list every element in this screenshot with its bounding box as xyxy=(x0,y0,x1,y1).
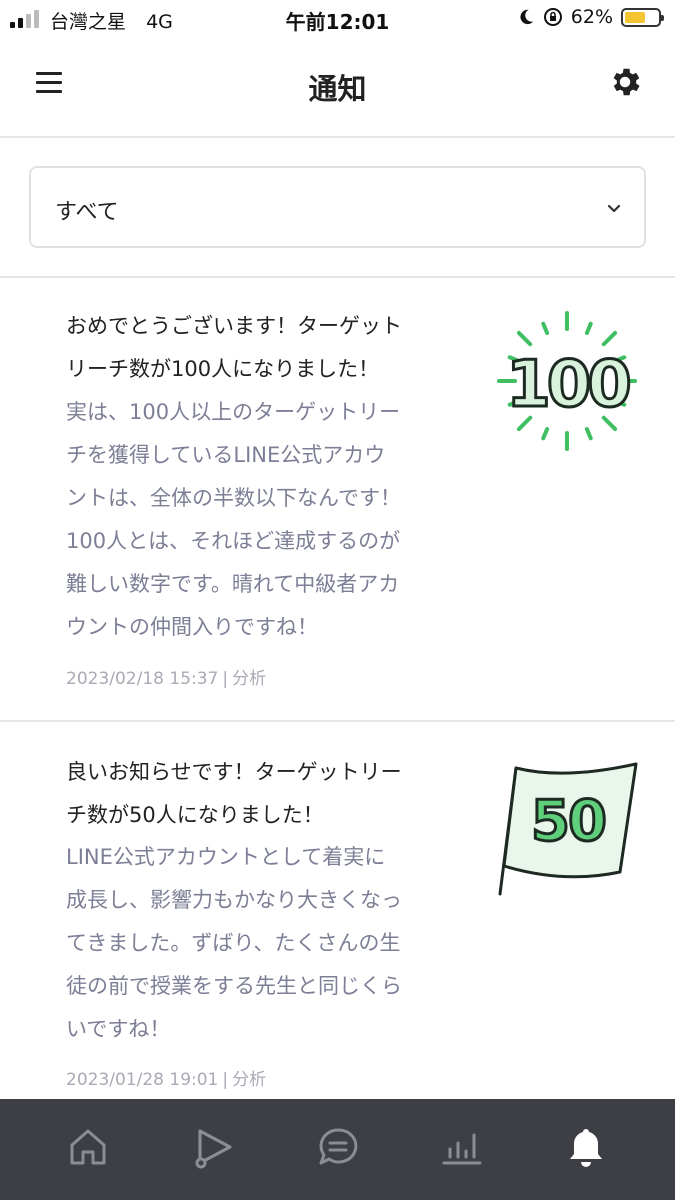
notification-body-line: ウントの仲間入りですね！ xyxy=(66,615,318,639)
notification-body-line: いですね！ xyxy=(66,1017,171,1041)
battery-icon xyxy=(621,7,664,27)
rotation-lock-icon xyxy=(543,8,562,26)
nav-analytics-icon[interactable] xyxy=(440,1125,484,1169)
notification-date: 2023/02/18 15:37 xyxy=(66,669,219,689)
chevron-down-icon xyxy=(607,204,621,213)
burst-ray xyxy=(601,330,618,347)
status-bar: 台灣之星 4G 午前12:01 62% xyxy=(0,0,675,38)
battery-percent: 62% xyxy=(570,6,613,28)
burst-ray xyxy=(584,427,593,441)
nav-bell-icon[interactable] xyxy=(564,1125,608,1169)
notification-title: 良いお知らせです！ターゲットリー チ数が50人になりました！ xyxy=(66,751,486,837)
notification-body-line: LINE公式アカウントとして着実に xyxy=(66,845,386,869)
notification-item[interactable]: 良いお知らせです！ターゲットリー チ数が50人になりました！ LINE公式アカウ… xyxy=(0,722,675,1099)
notification-date: 2023/01/28 19:01 xyxy=(66,1070,219,1090)
notification-body-line: 成長し、影響力もかなり大きくなっ xyxy=(66,888,402,912)
notification-title-line: おめでとうございます！ターゲット xyxy=(66,314,402,338)
notification-item[interactable]: おめでとうございます！ターゲット リーチ数が100人になりました！ 実は、100… xyxy=(0,278,675,720)
notification-title-line: チ数が50人になりました！ xyxy=(66,803,324,827)
flag-text: 50 xyxy=(531,789,605,854)
bottom-navigation xyxy=(0,1099,675,1200)
notification-title: おめでとうございます！ターゲット リーチ数が100人になりました！ xyxy=(66,305,486,391)
nav-home-icon[interactable] xyxy=(66,1125,110,1169)
nav-chat-icon[interactable] xyxy=(316,1125,360,1169)
filter-selected-value: すべて xyxy=(55,200,119,225)
burst-ray xyxy=(541,321,550,335)
notification-filter-select[interactable]: すべて xyxy=(29,166,646,248)
moon-icon xyxy=(520,9,533,25)
notification-body: 実は、100人以上のターゲットリー チを獲得しているLINE公式アカウ ントは、… xyxy=(66,391,486,649)
notification-body: LINE公式アカウントとして着実に 成長し、影響力もかなり大きくなっ てきました… xyxy=(66,836,486,1051)
notification-body-line: チを獲得しているLINE公式アカウ xyxy=(66,443,386,467)
notification-body-line: 100人とは、それほど達成するのが xyxy=(66,529,401,553)
page-title: 通知 xyxy=(308,72,367,106)
app-header: 通知 xyxy=(0,40,675,138)
gear-icon[interactable] xyxy=(607,64,643,100)
burst-ray xyxy=(584,321,593,335)
milestone-50-flag-icon: 50 xyxy=(498,762,638,896)
nav-play-icon[interactable] xyxy=(192,1125,236,1169)
notification-body-line: 実は、100人以上のターゲットリー xyxy=(66,400,401,424)
notification-category: 分析 xyxy=(232,1070,267,1090)
burst-ray xyxy=(516,330,533,347)
battery-level-fill xyxy=(625,11,645,23)
notification-meta: 2023/01/28 19:01 | 分析 xyxy=(66,1070,267,1090)
badge-text: 100 xyxy=(506,348,629,422)
notification-title-line: 良いお知らせです！ターゲットリー xyxy=(66,760,402,784)
notification-body-line: 難しい数字です。晴れて中級者アカ xyxy=(66,572,400,596)
notification-meta: 2023/02/18 15:37 | 分析 xyxy=(66,669,267,689)
milestone-100-badge-icon: 100 xyxy=(497,311,637,451)
notification-body-line: ントは、全体の半数以下なんです！ xyxy=(66,486,401,510)
status-right: 62% xyxy=(517,6,664,28)
notification-category: 分析 xyxy=(232,669,267,689)
notification-body-line: てきました。ずばり、たくさんの生 xyxy=(66,931,401,955)
burst-ray xyxy=(541,427,550,441)
notification-title-line: リーチ数が100人になりました！ xyxy=(66,357,380,381)
notification-body-line: 徒の前で授業をする先生と同じくら xyxy=(66,974,402,998)
